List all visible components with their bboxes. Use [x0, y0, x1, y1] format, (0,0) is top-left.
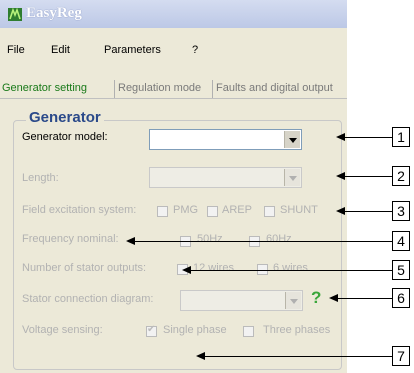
- menu-help[interactable]: ?: [192, 44, 198, 56]
- easyreg-window: EasyReg File Edit Parameters ? Generator…: [0, 0, 347, 373]
- six-wires-label: 6 wires: [273, 262, 308, 274]
- callout-line: [204, 356, 392, 357]
- single-phase-label: Single phase: [163, 324, 227, 336]
- voltage-sensing-label: Voltage sensing:: [22, 324, 103, 336]
- stator-diagram-label: Stator connection diagram:: [22, 293, 154, 305]
- three-phases-label: Three phases: [263, 324, 331, 336]
- window-title: EasyReg: [26, 5, 82, 21]
- question-mark-icon[interactable]: ?: [311, 288, 321, 308]
- callout-number: 4: [392, 231, 410, 251]
- callout-number: 7: [392, 346, 410, 366]
- menu-edit[interactable]: Edit: [51, 44, 70, 56]
- chevron-down-icon[interactable]: [284, 131, 300, 148]
- shunt-checkbox[interactable]: [264, 206, 275, 217]
- tab-strip: Generator setting Regulation mode Faults…: [0, 76, 347, 99]
- callout-number: 2: [392, 166, 410, 186]
- callout-number: 5: [392, 260, 410, 280]
- stator-outputs-label: Number of stator outputs:: [22, 262, 147, 274]
- pmg-checkbox[interactable]: [157, 206, 168, 217]
- frequency-label: Frequency nominal:: [22, 233, 119, 245]
- pmg-label: PMG: [173, 204, 199, 216]
- callout-line: [337, 298, 392, 299]
- callout-number: 1: [392, 127, 410, 147]
- menu-parameters[interactable]: Parameters: [104, 44, 161, 56]
- freq-60hz-label: 60Hz: [266, 233, 292, 245]
- callout-line: [344, 137, 392, 138]
- tab-divider: [212, 80, 213, 98]
- callout-line: [344, 211, 392, 212]
- arep-label: AREP: [222, 204, 252, 216]
- callout-number: 6: [392, 288, 410, 308]
- generator-model-label: Generator model:: [22, 131, 108, 143]
- freq-50hz-label: 50Hz: [197, 233, 223, 245]
- length-select[interactable]: [149, 167, 302, 188]
- callout-line: [344, 176, 392, 177]
- field-excitation-label: Field excitation system:: [22, 204, 137, 216]
- stator-diagram-select[interactable]: [180, 290, 303, 311]
- callout-line: [190, 270, 392, 271]
- tab-faults-digital-output[interactable]: Faults and digital output: [216, 76, 333, 98]
- callout-number: 3: [392, 201, 410, 221]
- callout-line: [134, 241, 392, 242]
- generator-model-select[interactable]: [149, 129, 302, 150]
- tab-regulation-mode[interactable]: Regulation mode: [118, 76, 201, 98]
- length-label: Length:: [22, 172, 59, 184]
- tab-divider: [114, 80, 115, 98]
- three-phases-checkbox[interactable]: [243, 326, 254, 337]
- single-phase-checkbox[interactable]: [146, 324, 157, 337]
- tab-generator-setting[interactable]: Generator setting: [2, 76, 87, 98]
- group-title: Generator: [26, 109, 104, 126]
- twelve-wires-label: 12 wires: [193, 262, 234, 274]
- menu-file[interactable]: File: [7, 44, 25, 56]
- arep-checkbox[interactable]: [207, 206, 218, 217]
- chevron-down-icon[interactable]: [284, 169, 300, 186]
- chevron-down-icon[interactable]: [285, 292, 301, 309]
- title-bar: EasyReg: [0, 0, 347, 28]
- shunt-label: SHUNT: [280, 204, 318, 216]
- easyreg-app-icon: [8, 8, 22, 21]
- menu-bar: File Edit Parameters ?: [0, 38, 347, 60]
